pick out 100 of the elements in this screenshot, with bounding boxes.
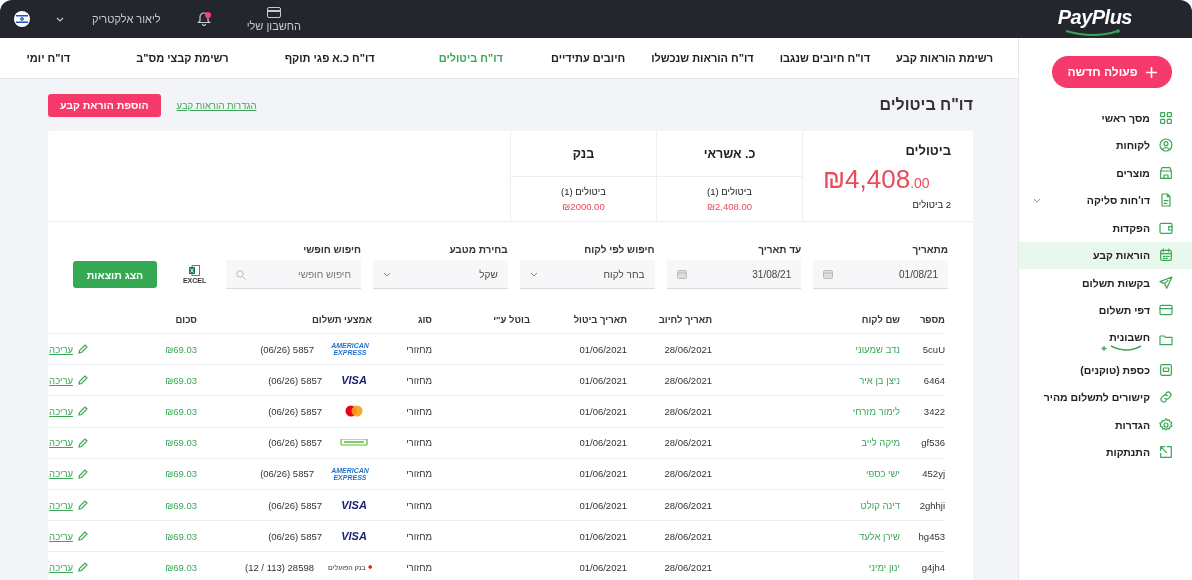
table-cell-text: מחזורי (405, 343, 432, 355)
user-menu[interactable]: ליאור אלקטריק (92, 13, 161, 25)
table-cell-text: מחזורי (405, 561, 432, 573)
table-cell-text: 01/06/2021 (578, 468, 627, 480)
table-cell-text: מחזורי (405, 405, 432, 417)
cancellation-amount: ₪2000.00 (561, 201, 606, 212)
pencil-icon (78, 562, 88, 573)
pencil-icon (78, 500, 88, 511)
sidebar-item[interactable]: לקוחות (1019, 131, 1192, 159)
table-cell-text: hg453 (917, 530, 945, 542)
tab[interactable]: דו"ח הוראות שנכשלו (643, 52, 762, 64)
sidebar-item[interactable]: כספת (טוקנים) (1019, 356, 1192, 384)
sidebar-item[interactable]: בקשות תשלום (1019, 269, 1192, 297)
table-cell-text: 01/06/2021 (578, 405, 627, 417)
table-cell-text: ₪69.03 (164, 499, 197, 511)
table-cell-text: 01/06/2021 (578, 374, 627, 386)
pencil-icon (78, 406, 88, 417)
table-cell-text: ₪69.03 (164, 343, 197, 355)
column-header: סכום (174, 313, 197, 325)
select-field[interactable]: שקל (373, 260, 508, 289)
flag-icon[interactable] (14, 11, 30, 27)
tab[interactable]: דו"ח כ.א פגי תוקף (276, 52, 383, 64)
table-cell: (06/26) 5857 (260, 468, 314, 480)
user-icon (1158, 137, 1174, 154)
calendar-icon (823, 269, 834, 279)
table-cell-text: ₪69.03 (164, 468, 197, 480)
tab[interactable]: רשימת הוראות קבע (888, 52, 1001, 64)
table-cell-text: 28/06/2021 (663, 343, 712, 355)
select-field[interactable]: בחר לקוח (519, 260, 655, 289)
column-header: תאריך ביטול (572, 313, 627, 325)
bell-icon[interactable] (196, 10, 211, 26)
visa-logo: VISA (340, 530, 368, 543)
sidebar-item[interactable]: מוצרים (1019, 159, 1192, 187)
table-cell-text: 28/06/2021 (663, 530, 712, 542)
account-button[interactable]: החשבון שלי (246, 6, 301, 32)
tab[interactable]: דו"ח חיובים שנגבו (771, 52, 879, 64)
document-icon (1158, 192, 1174, 209)
spreadsheet-icon (189, 265, 201, 276)
new-action-button[interactable]: פעולה חדשה (1052, 56, 1172, 88)
table-cell-text: 28/06/2021 (663, 499, 712, 511)
tab[interactable]: חיובים עתידיים (542, 52, 634, 64)
sidebar-item[interactable]: קישורים לתשלום מהיר (1019, 383, 1192, 411)
pencil-icon (78, 531, 88, 542)
sidebar-item[interactable]: דפי תשלום (1019, 296, 1192, 324)
exit-icon (1158, 444, 1174, 461)
table-cell: (06/26) 5857 (268, 499, 322, 511)
table-cell-text: ₪69.03 (164, 405, 197, 417)
tab[interactable]: רשימת קבצי מס"ב (128, 52, 237, 64)
add-standing-order-button[interactable]: הוספת הוראת קבע (48, 93, 161, 117)
table-cell-text: g4jh4 (920, 561, 945, 573)
store-icon (1158, 164, 1174, 181)
grid-icon (1158, 109, 1174, 126)
cancellation-count: ביטולים (1) (560, 186, 607, 197)
column-header: סוג (416, 313, 432, 325)
field-label: מתאריך (911, 244, 948, 255)
column-header: אמצעי תשלום (311, 313, 372, 325)
table-cell-text: מחזורי (405, 530, 432, 542)
pencil-icon (78, 437, 88, 448)
table-cell-text: 28/06/2021 (663, 561, 712, 573)
sidebar-item[interactable]: הגדרות (1019, 411, 1192, 439)
date-field[interactable]: 31/08/21 (666, 260, 802, 289)
table-cell-text: 28/06/2021 (663, 374, 712, 386)
table-cell-text: 01/06/2021 (578, 499, 627, 511)
chevron-down-icon (529, 271, 538, 277)
cancellation-count: ביטולים (1) (706, 186, 753, 197)
sidebar-item[interactable]: הפקדות (1019, 214, 1192, 242)
sidebar-item[interactable]: חשבונית (1019, 324, 1192, 356)
table-cell: (06/26) 5857 (268, 530, 322, 542)
field-label: בחירת מטבע (448, 244, 508, 255)
pencil-icon (78, 468, 88, 479)
table-cell-text: 28/06/2021 (663, 468, 712, 480)
field-label: חיפוש לפי לקוח (583, 244, 655, 255)
table-cell-text: 3422 (922, 405, 945, 417)
chevron-down-icon (1033, 197, 1041, 203)
tab[interactable]: דו"ח יומי (18, 52, 79, 64)
sidebar-item[interactable]: מסך ראשי (1019, 104, 1192, 132)
search-icon (236, 270, 247, 280)
summary-column-title: בנק (511, 131, 656, 177)
table-cell-text: מחזורי (405, 468, 432, 480)
chevron-down-icon[interactable] (56, 16, 64, 22)
calendar-icon (1158, 247, 1174, 264)
cancellation-amount: ₪2,408.00 (705, 201, 753, 212)
sidebar-item[interactable]: הוראות קבע (1019, 241, 1192, 269)
table-cell: (06/26) 5857 (260, 343, 314, 355)
page-title: דו"ח ביטולים (879, 96, 973, 114)
safe-icon (1158, 361, 1174, 378)
column-header: בוטל ע"י (492, 313, 530, 325)
table-cell: (06/26) 5857 (268, 437, 322, 449)
table-cell-text: 28/06/2021 (663, 405, 712, 417)
sidebar-item[interactable]: התנתקות (1019, 438, 1192, 466)
visa-logo: VISA (340, 499, 368, 512)
cancellation-count: 2 ביטולים (912, 199, 951, 210)
total-amount: ₪4,408.00 (823, 164, 930, 195)
table-cell: (06/26) 5857 (268, 374, 322, 386)
date-field[interactable]: 01/08/21 (813, 260, 948, 289)
plus-icon (1145, 66, 1157, 78)
link-icon (1158, 389, 1174, 406)
sidebar-item[interactable]: דו'חות סליקה (1019, 186, 1192, 214)
table-cell-text: gf536 (920, 437, 945, 449)
search-field[interactable]: חיפוש חופשי (226, 260, 361, 289)
